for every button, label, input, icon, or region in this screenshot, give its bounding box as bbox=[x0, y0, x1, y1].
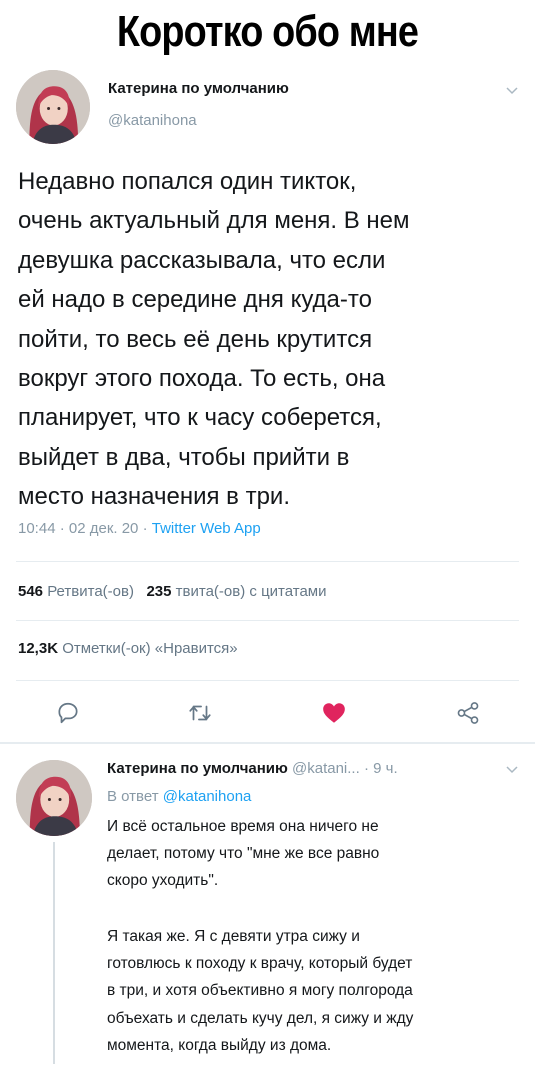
heart-icon bbox=[323, 703, 345, 723]
tweet-text-line: вокруг этого похода. То есть, она bbox=[18, 365, 386, 393]
thread-line bbox=[53, 842, 55, 1064]
reply-text-line: скоро уходить". bbox=[107, 872, 219, 890]
divider bbox=[16, 680, 519, 681]
tweet-text-line: место назначения в три. bbox=[18, 483, 291, 511]
reply-to-label: В ответ bbox=[107, 788, 163, 805]
tweet-text-line: пойти, то весь её день крутится bbox=[18, 325, 373, 353]
share-icon bbox=[457, 702, 479, 724]
author-name[interactable]: Катерина по умолчанию bbox=[108, 80, 289, 97]
tweet-text: Недавно попался один тикток, очень актуа… bbox=[18, 162, 518, 517]
source-app-link[interactable]: Twitter Web App bbox=[152, 520, 261, 537]
quote-label[interactable]: твита(-ов) с цитатами bbox=[176, 583, 327, 600]
tweet-text-line: девушка рассказывала, что если bbox=[18, 246, 386, 274]
reply-age[interactable]: · 9 ч. bbox=[364, 760, 398, 777]
tweet-text-line: Недавно попался один тикток, bbox=[18, 168, 357, 195]
reply-paragraph-2: Я такая же. Я с девяти утра сижу и готов… bbox=[107, 923, 522, 1059]
meme-caption: Коротко обо мне bbox=[116, 7, 419, 56]
reply-text-line: момента, когда выйду из дома. bbox=[107, 1036, 332, 1054]
section-separator bbox=[0, 742, 535, 744]
screenshot: Коротко обо мне Катерина по умолчанию @k… bbox=[0, 0, 535, 1080]
avatar-photo bbox=[16, 70, 90, 144]
reply-text-line: готовлюсь к походу к врачу, который буде… bbox=[107, 955, 413, 973]
author-handle[interactable]: @katanihona bbox=[108, 112, 197, 129]
reply-author-name[interactable]: Катерина по умолчанию bbox=[107, 760, 288, 777]
divider bbox=[16, 620, 519, 621]
reply-text-line: объехать и сделать кучу дел, я сижу и жд… bbox=[107, 1009, 414, 1027]
reply-text-line: делает, потому что "мне же все равно bbox=[107, 845, 380, 863]
chevron-down-icon[interactable] bbox=[506, 82, 518, 98]
reply-paragraph-1: И всё остальное время она ничего не дела… bbox=[107, 813, 522, 895]
author-avatar[interactable] bbox=[16, 70, 90, 144]
reply-header: Катерина по умолчанию @katani... · 9 ч. bbox=[107, 760, 398, 777]
reply-text-line: в три, и хотя объективно я могу полгород… bbox=[107, 982, 413, 1000]
reply-icon bbox=[58, 702, 78, 724]
tweet-timestamp[interactable]: 10:44 · 02 дек. 20 · bbox=[18, 520, 152, 537]
tweet-text-line: ей надо в середине дня куда-то bbox=[18, 286, 372, 314]
retweet-icon bbox=[189, 705, 211, 721]
retweet-stats: 546 Ретвита(-ов) 235 твита(-ов) с цитата… bbox=[18, 583, 327, 600]
retweet-label[interactable]: Ретвита(-ов) bbox=[47, 583, 134, 600]
reply-to-handle[interactable]: @katanihona bbox=[163, 788, 252, 805]
like-stats: 12,3K Отметки(-ок) «Нравится» bbox=[18, 640, 238, 657]
reply-to-line: В ответ @katanihona bbox=[107, 788, 251, 805]
divider bbox=[16, 561, 519, 562]
tweet-text-line: выйдет в два, чтобы прийти в bbox=[18, 443, 350, 471]
reply-text-line: И всё остальное время она ничего не bbox=[107, 818, 379, 835]
retweet-count[interactable]: 546 bbox=[18, 583, 43, 600]
chevron-down-icon[interactable] bbox=[506, 761, 518, 777]
retweet-button[interactable] bbox=[187, 700, 213, 726]
reply-text-line: Я такая же. Я с девяти утра сижу и bbox=[107, 928, 360, 945]
share-button[interactable] bbox=[455, 700, 481, 726]
quote-count[interactable]: 235 bbox=[146, 583, 171, 600]
reply-author-handle[interactable]: @katani... bbox=[292, 760, 360, 777]
tweet-meta: 10:44 · 02 дек. 20 · Twitter Web App bbox=[18, 520, 261, 537]
reply-author-avatar[interactable] bbox=[16, 760, 92, 836]
like-button[interactable] bbox=[321, 700, 347, 726]
tweet-text-line: планирует, что к часу соберется, bbox=[18, 404, 382, 432]
avatar-photo bbox=[16, 760, 92, 836]
tweet-text-line: очень актуальный для меня. В нем bbox=[18, 207, 410, 235]
reply-button[interactable] bbox=[55, 700, 81, 726]
like-label[interactable]: Отметки(-ок) «Нравится» bbox=[62, 640, 237, 657]
like-count[interactable]: 12,3K bbox=[18, 640, 58, 657]
